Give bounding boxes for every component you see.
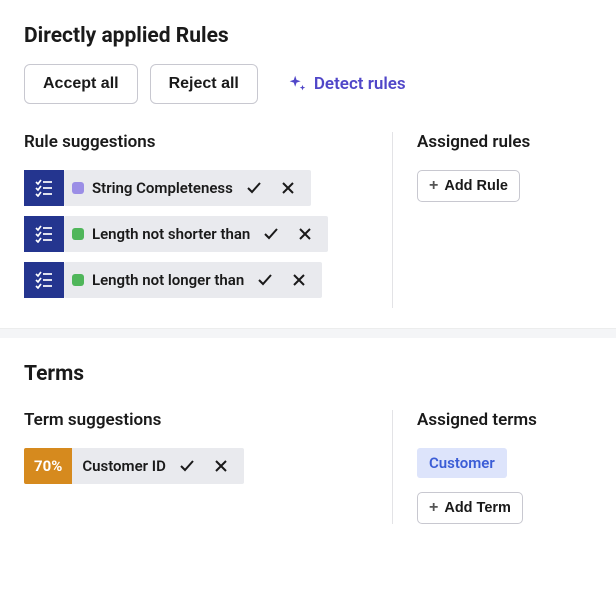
rule-suggestion-item: Length not shorter than bbox=[24, 216, 368, 252]
checklist-icon bbox=[24, 170, 64, 206]
section-divider bbox=[0, 328, 616, 338]
accept-rule-button[interactable] bbox=[252, 267, 278, 293]
reject-all-label: Reject all bbox=[169, 75, 239, 93]
rule-label: Length not longer than bbox=[92, 271, 244, 289]
rule-pill: String Completeness bbox=[64, 170, 311, 206]
assigned-terms-title: Assigned terms bbox=[417, 410, 592, 430]
checklist-icon bbox=[24, 216, 64, 252]
status-dot bbox=[72, 228, 84, 240]
status-dot bbox=[72, 274, 84, 286]
terms-columns: Term suggestions 70% Customer ID Assigne… bbox=[24, 410, 592, 524]
term-suggestion-item: 70% Customer ID bbox=[24, 448, 368, 484]
assigned-term-tag[interactable]: Customer bbox=[417, 448, 507, 478]
reject-term-button[interactable] bbox=[208, 453, 234, 479]
match-percentage-badge: 70% bbox=[24, 448, 72, 484]
reject-rule-button[interactable] bbox=[292, 221, 318, 247]
terms-title: Terms bbox=[24, 362, 592, 386]
assigned-terms-column: Assigned terms Customer + Add Term bbox=[392, 410, 592, 524]
add-term-label: Add Term bbox=[444, 500, 511, 516]
add-term-button[interactable]: + Add Term bbox=[417, 492, 523, 524]
detect-rules-label: Detect rules bbox=[314, 74, 406, 94]
plus-icon: + bbox=[429, 178, 438, 194]
rule-suggestion-item: String Completeness bbox=[24, 170, 368, 206]
reject-all-button[interactable]: Reject all bbox=[150, 64, 258, 104]
add-rule-label: Add Rule bbox=[444, 178, 508, 194]
rules-action-row: Accept all Reject all Detect rules bbox=[24, 64, 592, 104]
detect-rules-link[interactable]: Detect rules bbox=[286, 73, 406, 95]
rule-suggestions-title: Rule suggestions bbox=[24, 132, 368, 152]
rule-label: String Completeness bbox=[92, 179, 233, 197]
assigned-rules-column: Assigned rules + Add Rule bbox=[392, 132, 592, 308]
reject-rule-button[interactable] bbox=[286, 267, 312, 293]
rules-title: Directly applied Rules bbox=[24, 24, 592, 48]
accept-rule-button[interactable] bbox=[258, 221, 284, 247]
term-suggestions-title: Term suggestions bbox=[24, 410, 368, 430]
accept-all-button[interactable]: Accept all bbox=[24, 64, 138, 104]
reject-rule-button[interactable] bbox=[275, 175, 301, 201]
term-label: Customer ID bbox=[82, 457, 166, 475]
add-rule-button[interactable]: + Add Rule bbox=[417, 170, 520, 202]
rule-pill: Length not shorter than bbox=[64, 216, 328, 252]
rule-label: Length not shorter than bbox=[92, 225, 250, 243]
terms-section: Terms Term suggestions 70% Customer ID A… bbox=[0, 338, 616, 544]
rule-suggestions-column: Rule suggestions String Completeness bbox=[24, 132, 392, 308]
accept-rule-button[interactable] bbox=[241, 175, 267, 201]
term-pill: Customer ID bbox=[72, 448, 244, 484]
rules-section: Directly applied Rules Accept all Reject… bbox=[0, 0, 616, 328]
rule-suggestion-item: Length not longer than bbox=[24, 262, 368, 298]
assigned-rules-title: Assigned rules bbox=[417, 132, 592, 152]
checklist-icon bbox=[24, 262, 64, 298]
accept-all-label: Accept all bbox=[43, 75, 119, 93]
status-dot bbox=[72, 182, 84, 194]
rules-columns: Rule suggestions String Completeness bbox=[24, 132, 592, 308]
rule-pill: Length not longer than bbox=[64, 262, 322, 298]
sparkle-icon bbox=[286, 73, 308, 95]
plus-icon: + bbox=[429, 500, 438, 516]
term-suggestions-column: Term suggestions 70% Customer ID bbox=[24, 410, 392, 524]
accept-term-button[interactable] bbox=[174, 453, 200, 479]
